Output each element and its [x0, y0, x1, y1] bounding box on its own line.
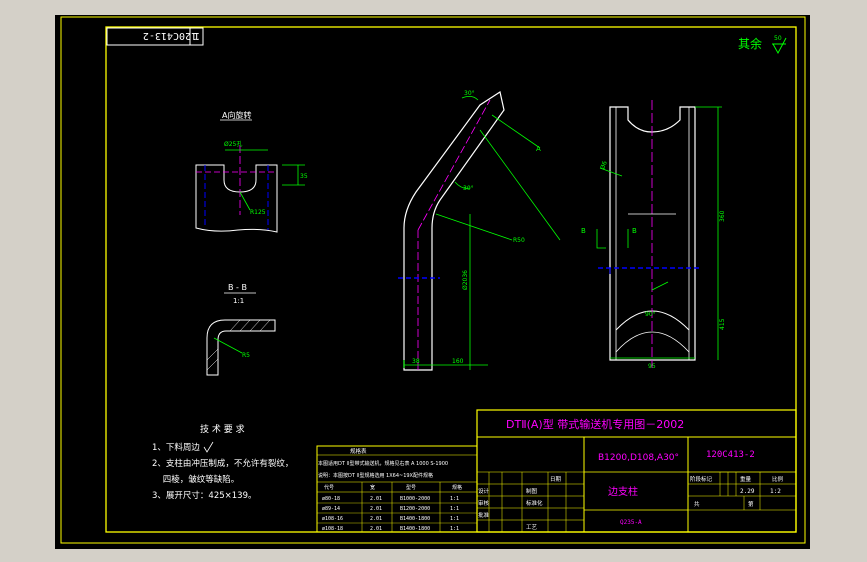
- title-label-stage: 阶段标记: [690, 475, 713, 483]
- variant-cell: ø80-18: [322, 496, 340, 502]
- title-scale: 1:2: [770, 488, 781, 495]
- view-a-dim-right: 35: [300, 173, 308, 180]
- title-label-standard: 标准化: [526, 499, 543, 507]
- variant-col-type: 型号: [406, 484, 416, 491]
- side-view-width-a: 38: [412, 358, 420, 365]
- title-spec: B1200,D108,A30°: [598, 453, 679, 463]
- side-view-angle-mid: 30°: [463, 185, 474, 192]
- tech-req-item-1: 1、下料周边: [152, 442, 200, 453]
- view-a-dim-hole: R125: [250, 209, 266, 216]
- title-label-sheet: 共: [694, 500, 700, 508]
- cad-drawing-viewport[interactable]: 120C413-2 1 其余 50 A向旋转 Ø25孔 35 R125 B - …: [0, 0, 867, 562]
- variant-col-spec: 规格: [452, 484, 462, 491]
- variant-cell: B1400-1800: [400, 516, 430, 522]
- variant-note-2: 说明：本图按DT II型规格选用 1X64~19X配件规格: [318, 472, 433, 479]
- variant-cell: 1:1: [450, 506, 459, 512]
- surface-finish-value: 50: [774, 35, 782, 42]
- section-b-radius: R5: [242, 352, 250, 359]
- title-label-design: 设计: [478, 487, 490, 495]
- side-view-radius: R50: [513, 237, 525, 244]
- variant-note-1: 本图适用DT II型带式输送机，规格见右表 A 1000 S-1900: [318, 460, 448, 467]
- front-view-dim-bottom: 95: [648, 363, 656, 370]
- title-label-scale: 比例: [772, 475, 784, 483]
- title-weight: 2.29: [740, 488, 755, 495]
- section-b-title: B - B: [228, 283, 247, 292]
- variant-cell: ø89-14: [322, 506, 340, 512]
- section-b-scale: 1:1: [233, 297, 244, 305]
- tech-req-item-2: 2、支柱由冲压制成，不允许有裂纹，: [152, 458, 293, 469]
- title-label-date: 日期: [550, 476, 562, 483]
- title-label-process: 工艺: [526, 524, 538, 531]
- variant-cell: 2.01: [370, 506, 382, 512]
- section-mark-b-right: B: [632, 227, 637, 235]
- surface-finish-label: 其余: [738, 36, 762, 51]
- title-label-draft: 制图: [526, 487, 538, 495]
- svg-text:1: 1: [194, 30, 200, 41]
- title-label-weight: 重量: [740, 475, 752, 483]
- view-a-title: A向旋转: [222, 110, 251, 120]
- front-view-dim-right-upper: 360: [719, 210, 726, 222]
- variant-cell: ø108-18: [322, 526, 343, 532]
- tech-req-item-3: 四棱，皱纹等缺陷。: [152, 474, 239, 485]
- title-part-name: 边支柱: [608, 485, 638, 498]
- title-drawing-no: 120C413-2: [706, 450, 755, 460]
- tech-req-title: 技 术 要 求: [200, 423, 245, 435]
- variant-cell: 1:1: [450, 516, 459, 522]
- front-view-angle: 90°: [645, 311, 656, 318]
- variant-cell: ø108-16: [322, 516, 343, 522]
- variant-col-width: 宽: [370, 484, 375, 491]
- variant-table-header: 规格表: [350, 447, 367, 455]
- variant-cell: 1:1: [450, 526, 459, 532]
- side-view-arrow-a: A: [536, 145, 541, 153]
- front-view-dim-right-lower: 415: [719, 318, 726, 330]
- variant-cell: 2.01: [370, 526, 382, 532]
- side-view-height: Ø2036: [462, 270, 469, 290]
- tech-req-item-4: 3、展开尺寸：425×139。: [152, 490, 256, 501]
- section-mark-b-left: B: [581, 227, 586, 235]
- rotated-number-text: 120C413-2: [143, 30, 197, 41]
- title-banner: DTⅡ(A)型 带式输送机专用图－2002: [506, 417, 684, 431]
- side-view-width-b: 160: [452, 358, 464, 365]
- variant-cell: B1400-1800: [400, 526, 430, 532]
- variant-cell: B1000-2000: [400, 496, 430, 502]
- variant-cell: 1:1: [450, 496, 459, 502]
- variant-cell: 2.01: [370, 516, 382, 522]
- title-label-review: 审核: [478, 499, 490, 507]
- title-material: Q235-A: [620, 519, 642, 526]
- side-view-angle-top: 30°: [464, 90, 475, 97]
- variant-cell: 2.01: [370, 496, 382, 502]
- view-a-dim-top: Ø25孔: [224, 140, 242, 148]
- variant-cell: B1200-2000: [400, 506, 430, 512]
- title-label-page: 第: [748, 500, 754, 508]
- variant-col-code: 代号: [324, 484, 334, 491]
- title-label-approve: 批准: [478, 511, 490, 519]
